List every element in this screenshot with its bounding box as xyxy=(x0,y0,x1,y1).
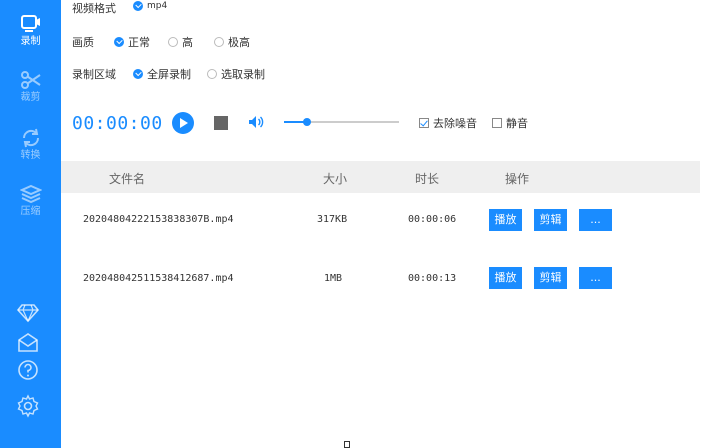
file-size: 1MB xyxy=(324,273,343,284)
radio-icon xyxy=(207,69,217,79)
mute-checkbox[interactable]: 静音 xyxy=(492,115,528,131)
gear-icon[interactable] xyxy=(16,394,40,418)
format-value: mp4 xyxy=(147,1,168,11)
file-name: 20204804222153838307B.mp4 xyxy=(83,214,234,225)
sidebar-item-label: 裁剪 xyxy=(20,92,41,103)
radio-selected-icon xyxy=(114,37,124,47)
volume-icon[interactable] xyxy=(248,114,264,130)
volume-slider[interactable] xyxy=(284,118,399,126)
convert-icon xyxy=(22,128,39,148)
quality-option-label: 正常 xyxy=(128,36,150,49)
file-name: 20204804251153841268​7.mp4 xyxy=(83,273,234,284)
radio-selected-icon xyxy=(133,1,143,11)
more-button[interactable]: ... xyxy=(579,209,612,231)
scissors-icon xyxy=(20,71,41,89)
table-row: 20204804251153841268​7.mp4 1MB 00:00:13 … xyxy=(61,257,700,307)
file-table-header: 文件名 大小 时长 操作 xyxy=(61,161,700,193)
compress-icon xyxy=(19,184,42,204)
quality-option-high[interactable]: 高 xyxy=(168,34,193,50)
checkbox-icon xyxy=(492,118,502,128)
area-option-label: 选取录制 xyxy=(221,68,265,81)
text-cursor-icon xyxy=(344,441,350,448)
column-header-size: 大小 xyxy=(323,172,348,186)
file-size: 317KB xyxy=(317,214,348,225)
more-button[interactable]: ... xyxy=(579,267,612,289)
diamond-icon[interactable] xyxy=(16,300,40,324)
sidebar-item-record[interactable]: 录制 xyxy=(0,14,61,48)
quality-option-label: 极高 xyxy=(228,36,250,49)
volume-slider-knob[interactable] xyxy=(303,118,311,126)
sidebar-item-label: 压缩 xyxy=(20,206,41,217)
format-option-mp4[interactable]: mp4 xyxy=(133,1,167,11)
file-duration: 00:00:13 xyxy=(408,273,457,284)
sidebar-item-compress[interactable]: 压缩 xyxy=(0,184,61,218)
sidebar-item-label: 录制 xyxy=(20,36,41,47)
file-duration: 00:00:06 xyxy=(408,214,457,225)
denoise-label: 去除噪音 xyxy=(433,117,477,130)
radio-icon xyxy=(214,37,224,47)
format-label: 视频格式 xyxy=(72,2,116,15)
edit-button[interactable]: 剪辑 xyxy=(534,267,567,289)
quality-option-label: 高 xyxy=(182,36,193,49)
checkbox-icon xyxy=(419,118,429,128)
radio-selected-icon xyxy=(133,69,143,79)
radio-icon xyxy=(168,37,178,47)
sidebar: 录制 裁剪 转换 压缩 xyxy=(0,0,61,448)
play-button[interactable]: 播放 xyxy=(489,267,522,289)
denoise-checkbox[interactable]: 去除噪音 xyxy=(419,115,477,131)
quality-option-normal[interactable]: 正常 xyxy=(114,34,150,50)
record-icon xyxy=(20,15,40,32)
play-icon[interactable] xyxy=(172,112,194,134)
quality-label: 画质 xyxy=(72,36,94,49)
area-option-label: 全屏录制 xyxy=(147,68,191,81)
column-header-actions: 操作 xyxy=(505,172,530,186)
mail-icon[interactable] xyxy=(16,330,40,354)
play-button[interactable]: 播放 xyxy=(489,209,522,231)
sidebar-item-trim[interactable]: 裁剪 xyxy=(0,70,61,104)
area-option-region[interactable]: 选取录制 xyxy=(207,66,265,82)
sidebar-item-label: 转换 xyxy=(20,150,41,161)
area-label: 录制区域 xyxy=(72,68,116,81)
sidebar-item-convert[interactable]: 转换 xyxy=(0,128,61,162)
column-header-name: 文件名 xyxy=(109,172,146,186)
table-row: 20204804222153838307B.mp4 317KB 00:00:06… xyxy=(61,196,700,246)
record-timer: 00:00:00 xyxy=(72,113,163,134)
mute-label: 静音 xyxy=(506,117,528,130)
help-icon[interactable] xyxy=(16,358,40,382)
edit-button[interactable]: 剪辑 xyxy=(534,209,567,231)
quality-option-ultra[interactable]: 极高 xyxy=(214,34,250,50)
area-option-fullscreen[interactable]: 全屏录制 xyxy=(133,66,191,82)
stop-icon[interactable] xyxy=(214,116,228,130)
column-header-duration: 时长 xyxy=(415,172,440,186)
